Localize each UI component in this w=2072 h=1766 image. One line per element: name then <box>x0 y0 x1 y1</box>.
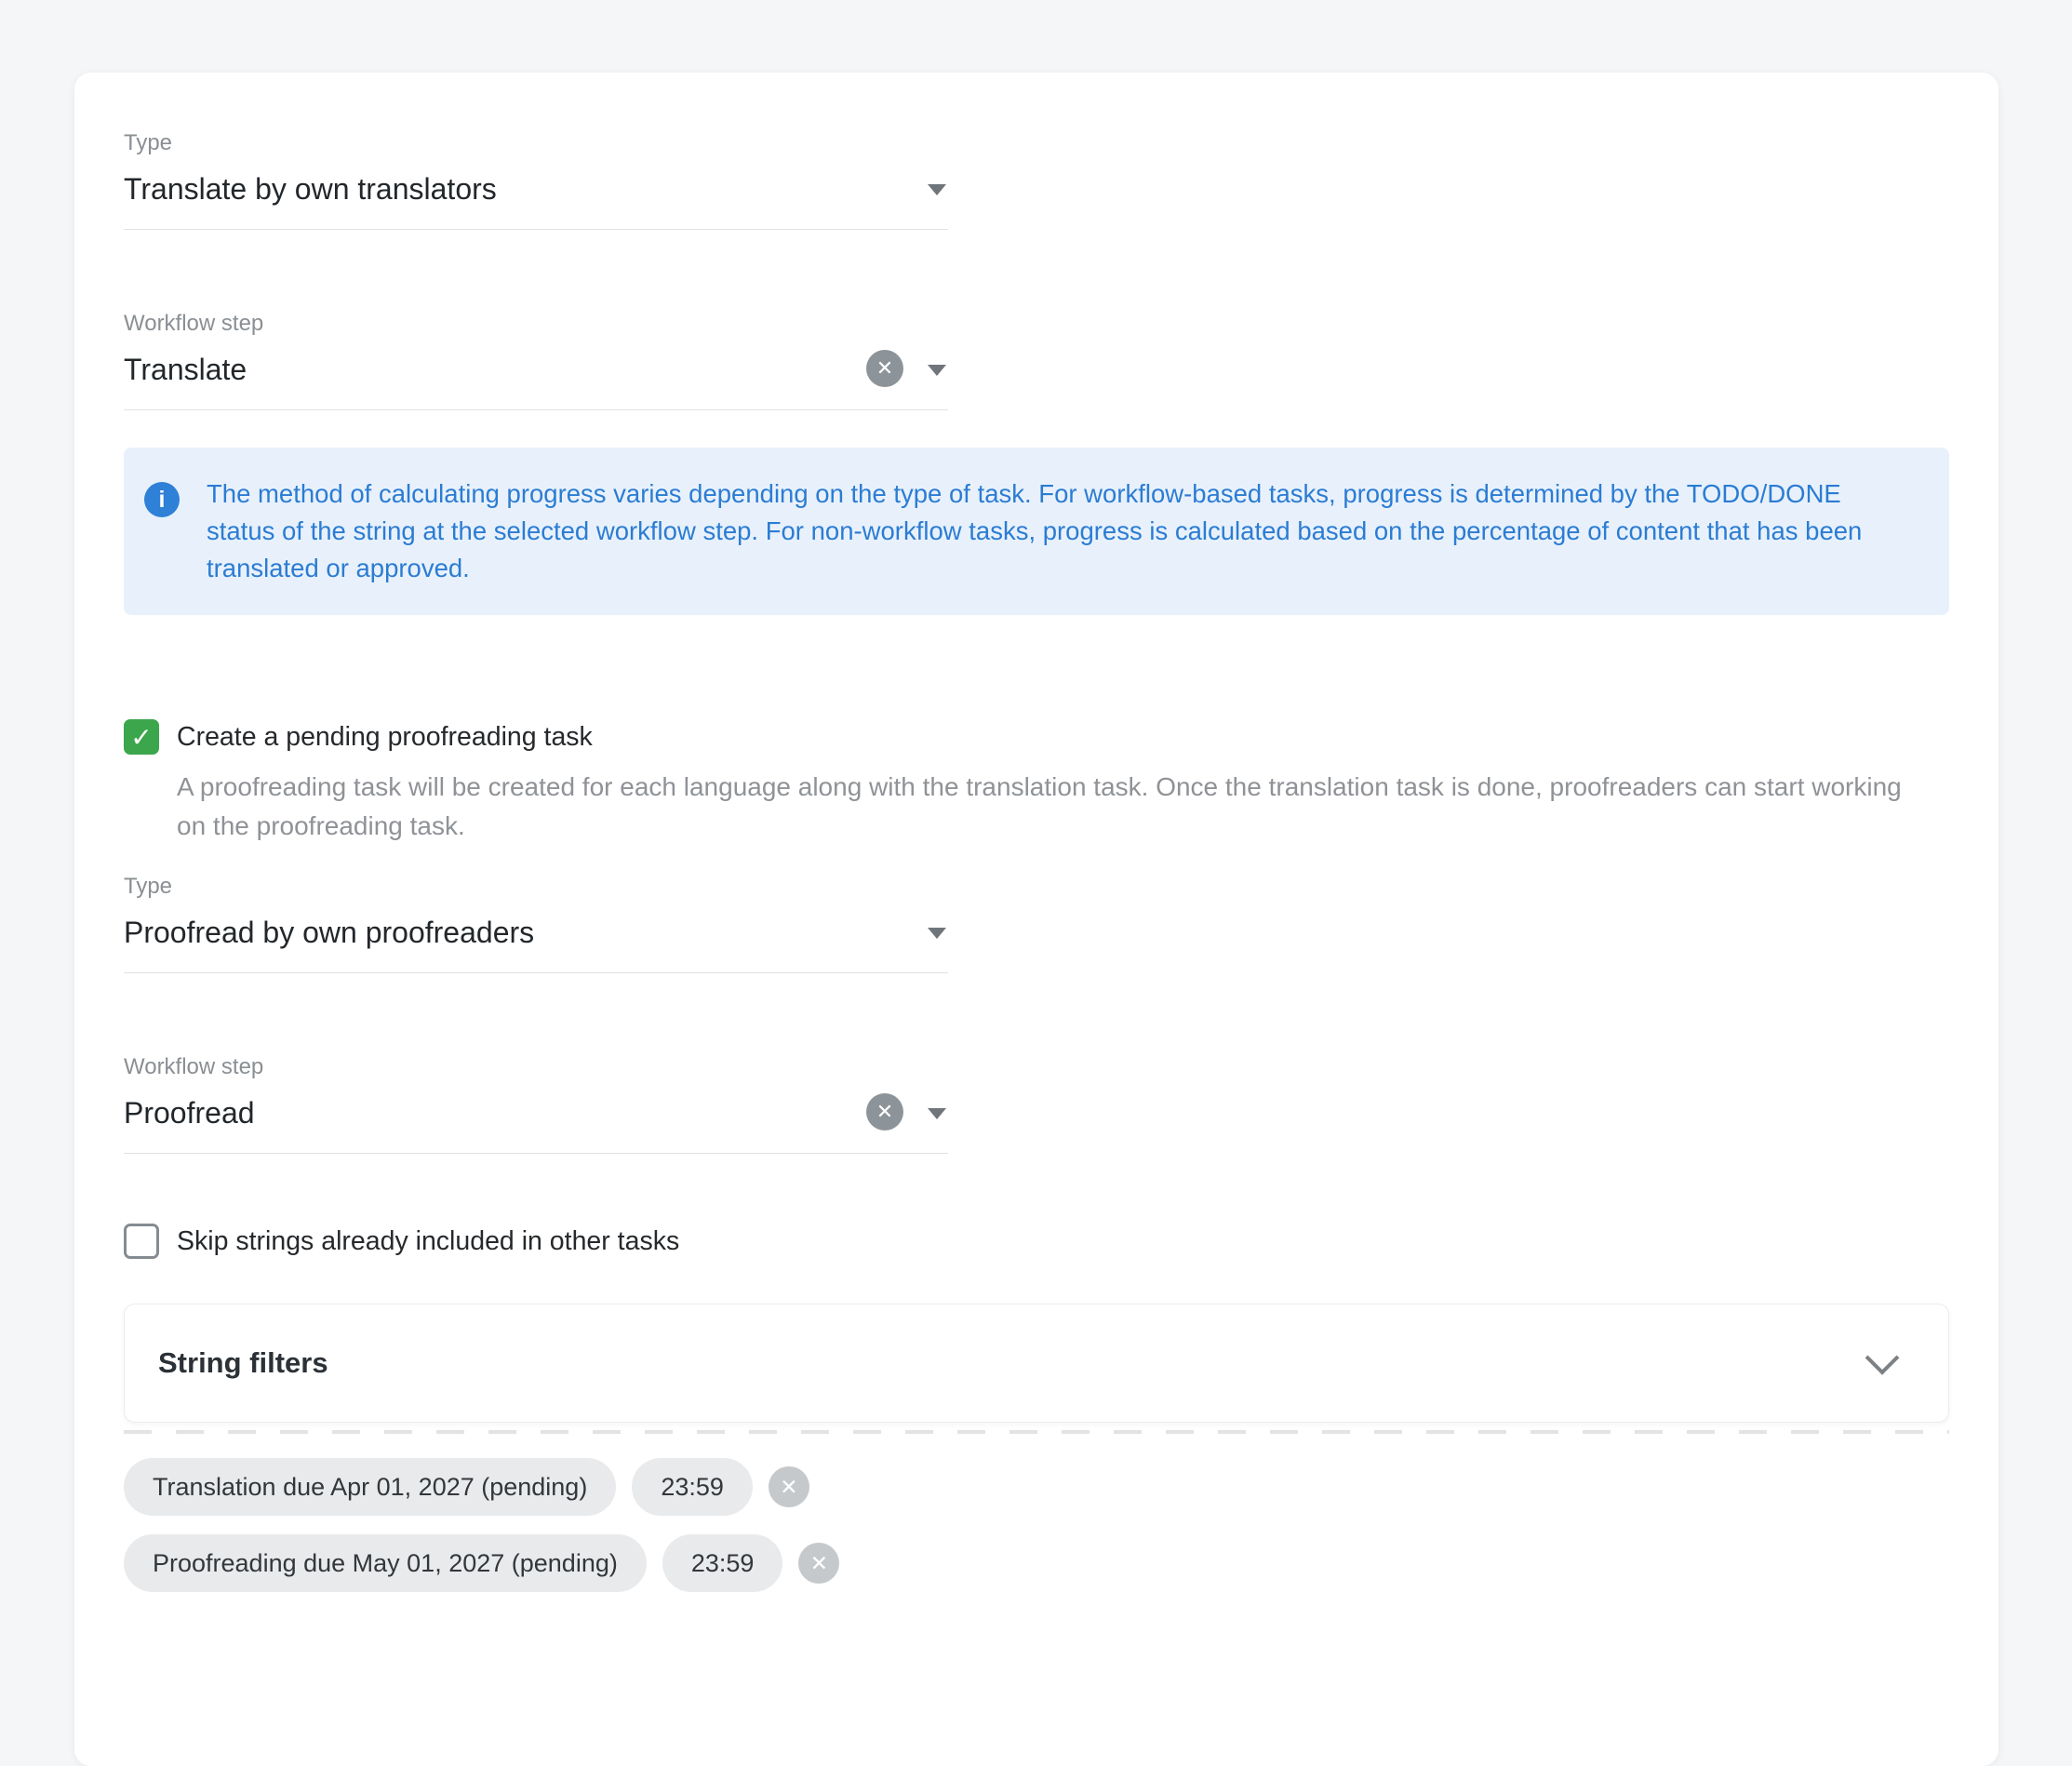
clear-icon[interactable]: ✕ <box>866 1093 903 1131</box>
proofread-type-field-group: Type Proofread by own proofreaders <box>124 874 1949 973</box>
proofread-type-value: Proofread by own proofreaders <box>124 916 534 949</box>
translation-deadline-time-chip[interactable]: 23:59 <box>632 1458 753 1516</box>
chevron-down-icon[interactable] <box>928 1108 946 1119</box>
deadline-row: Translation due Apr 01, 2027 (pending) 2… <box>124 1458 1949 1516</box>
create-proofreading-task-description: A proofreading task will be created for … <box>177 768 1926 846</box>
deadline-chips-area: Translation due Apr 01, 2027 (pending) 2… <box>124 1458 1949 1592</box>
translate-workflow-select[interactable]: Translate ✕ <box>124 337 948 410</box>
proofread-type-select[interactable]: Proofread by own proofreaders <box>124 900 948 973</box>
skip-strings-label: Skip strings already included in other t… <box>177 1226 679 1257</box>
close-icon[interactable]: ✕ <box>769 1466 809 1507</box>
proofread-workflow-label: Workflow step <box>124 1054 1949 1080</box>
translate-workflow-field-group: Workflow step Translate ✕ <box>124 311 1949 410</box>
create-proofreading-task-label: Create a pending proofreading task <box>177 722 593 753</box>
proofreading-deadline-time-chip[interactable]: 23:59 <box>662 1534 783 1592</box>
chevron-down-icon[interactable] <box>928 365 946 376</box>
translation-deadline-chip[interactable]: Translation due Apr 01, 2027 (pending) <box>124 1458 616 1516</box>
skip-strings-section: Skip strings already included in other t… <box>124 1224 1949 1259</box>
string-filters-panel[interactable]: String filters <box>124 1304 1949 1423</box>
progress-info-text: The method of calculating progress varie… <box>207 475 1912 587</box>
close-icon[interactable]: ✕ <box>798 1543 839 1584</box>
translate-type-field-group: Type Translate by own translators <box>124 130 1949 230</box>
skip-strings-checkbox[interactable] <box>124 1224 159 1259</box>
proofreading-deadline-chip[interactable]: Proofreading due May 01, 2027 (pending) <box>124 1534 647 1592</box>
deadline-row: Proofreading due May 01, 2027 (pending) … <box>124 1534 1949 1592</box>
info-icon: i <box>144 482 180 517</box>
string-filters-title: String filters <box>158 1346 328 1380</box>
translate-type-value: Translate by own translators <box>124 172 497 206</box>
progress-info-banner: i The method of calculating progress var… <box>124 448 1949 615</box>
chevron-down-icon[interactable] <box>928 928 946 939</box>
chevron-down-icon[interactable] <box>928 184 946 195</box>
proofread-workflow-select[interactable]: Proofread ✕ <box>124 1080 948 1154</box>
task-form-card: Type Translate by own translators Workfl… <box>74 73 1998 1766</box>
translate-type-label: Type <box>124 130 1949 156</box>
translate-type-select[interactable]: Translate by own translators <box>124 156 948 230</box>
proofreading-checkbox-section: ✓ Create a pending proofreading task A p… <box>124 719 1949 846</box>
chevron-down-icon[interactable] <box>1865 1341 1900 1375</box>
translate-workflow-label: Workflow step <box>124 311 1949 337</box>
dashed-divider <box>124 1430 1949 1434</box>
proofread-workflow-value: Proofread <box>124 1096 255 1130</box>
clear-icon[interactable]: ✕ <box>866 350 903 387</box>
create-proofreading-task-checkbox[interactable]: ✓ <box>124 719 159 755</box>
translate-workflow-value: Translate <box>124 353 247 386</box>
proofread-type-label: Type <box>124 874 1949 900</box>
proofread-workflow-field-group: Workflow step Proofread ✕ <box>124 1054 1949 1154</box>
